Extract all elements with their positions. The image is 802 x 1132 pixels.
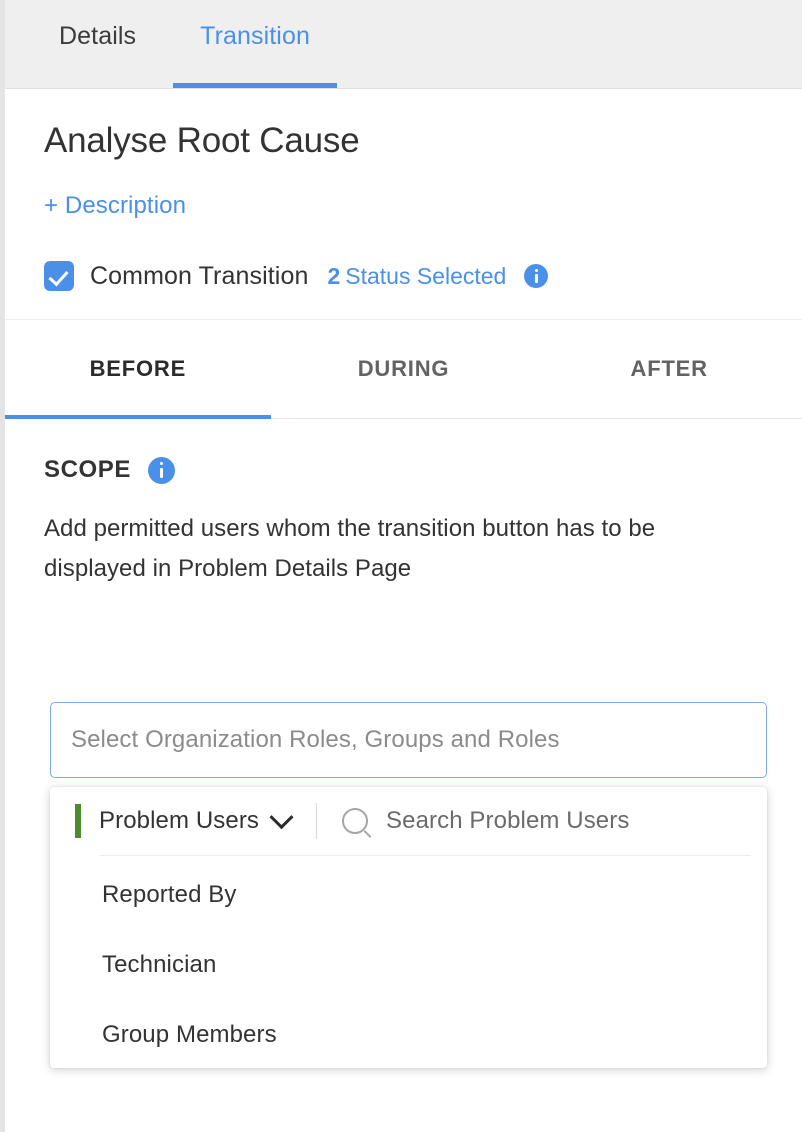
tab-transition-label: Transition (200, 22, 310, 50)
common-transition-label: Common Transition (90, 262, 308, 291)
list-item[interactable]: Reported By (50, 860, 767, 930)
search-icon (342, 808, 368, 834)
list-item-label: Technician (102, 951, 216, 979)
scope-description: Add permitted users whom the transition … (44, 509, 744, 589)
list-item[interactable]: Technician (50, 930, 767, 1000)
dropdown-list: Reported By Technician Group Members (50, 856, 767, 1068)
scope-section: SCOPE Add permitted users whom the trans… (5, 419, 802, 589)
add-description-link[interactable]: + Description (44, 192, 186, 220)
phase-tab-bar: BEFORE DURING AFTER (5, 320, 802, 419)
search-input[interactable] (384, 806, 767, 836)
common-transition-checkbox[interactable] (44, 261, 74, 291)
select-roles-placeholder: Select Organization Roles, Groups and Ro… (71, 726, 560, 754)
tab-transition[interactable]: Transition (168, 0, 342, 88)
category-accent-bar (75, 804, 81, 838)
roles-dropdown-panel: Problem Users Reported By Technician Gro… (50, 787, 767, 1068)
scope-info-icon[interactable] (148, 457, 175, 484)
tab-before[interactable]: BEFORE (5, 320, 271, 418)
tab-after-label: AFTER (631, 356, 708, 382)
status-selected-link[interactable]: 2Status Selected (327, 263, 506, 290)
scope-title: SCOPE (44, 456, 131, 484)
tab-details[interactable]: Details (27, 0, 168, 88)
list-item-label: Reported By (102, 881, 237, 909)
tab-during-label: DURING (358, 356, 450, 382)
list-item-label: Group Members (102, 1021, 277, 1049)
common-transition-row: Common Transition 2Status Selected (44, 261, 802, 291)
scope-header: SCOPE (44, 419, 802, 484)
select-roles-input[interactable]: Select Organization Roles, Groups and Ro… (50, 702, 767, 778)
tab-during[interactable]: DURING (271, 320, 537, 418)
dropdown-category-selector[interactable]: Problem Users (99, 807, 259, 835)
list-item[interactable]: Group Members (50, 1000, 767, 1068)
header-divider (316, 803, 317, 839)
header-block: Analyse Root Cause + Description Common … (5, 89, 802, 320)
tab-details-label: Details (59, 22, 136, 50)
left-gutter-strip (0, 0, 5, 1132)
status-count: 2 (327, 263, 340, 289)
tab-after[interactable]: AFTER (536, 320, 802, 418)
info-icon[interactable] (524, 264, 548, 288)
page-root: Details Transition Analyse Root Cause + … (5, 0, 802, 1132)
page-title: Analyse Root Cause (44, 89, 802, 161)
top-tab-bar: Details Transition (5, 0, 802, 89)
dropdown-header: Problem Users (50, 787, 767, 855)
status-selected-label: Status Selected (345, 263, 506, 289)
tab-before-label: BEFORE (90, 356, 186, 382)
chevron-down-icon[interactable] (269, 805, 293, 829)
